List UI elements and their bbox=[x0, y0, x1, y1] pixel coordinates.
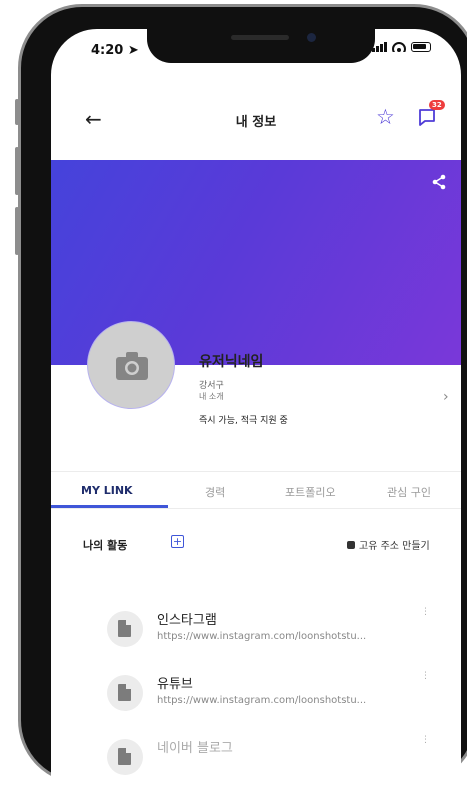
tab-interest-jobs[interactable]: 관심 구인 bbox=[387, 484, 431, 500]
speaker bbox=[231, 35, 289, 40]
wifi-icon bbox=[392, 41, 406, 52]
notification-badge: 32 bbox=[429, 100, 445, 110]
link-title: 인스타그램 bbox=[157, 613, 217, 628]
front-camera bbox=[307, 33, 316, 42]
message-icon bbox=[419, 109, 435, 126]
volume-down-button bbox=[15, 207, 19, 255]
list-item[interactable]: 인스타그램 https://www.instagram.com/loonshot… bbox=[51, 607, 461, 657]
page-title: 내 정보 bbox=[235, 115, 277, 130]
link-url: https://www.instagram.com/loonshotstu... bbox=[157, 695, 367, 706]
tab-career[interactable]: 경력 bbox=[205, 484, 225, 500]
active-tab-indicator bbox=[51, 505, 168, 508]
battery-icon bbox=[411, 41, 431, 52]
create-address-button[interactable]: 고유 주소 만들기 bbox=[347, 537, 430, 552]
star-icon[interactable]: ☆ bbox=[376, 105, 395, 129]
app-header: ← 내 정보 ☆ 32 bbox=[51, 99, 461, 139]
list-item[interactable]: 네이버 블로그 ⋮ bbox=[51, 735, 461, 785]
link-url: https://www.instagram.com/loonshotstu... bbox=[157, 631, 367, 642]
volume-up-button bbox=[15, 147, 19, 195]
more-icon[interactable]: ⋮ bbox=[421, 671, 430, 681]
profile-intro: 내 소개 bbox=[199, 392, 224, 401]
document-icon bbox=[107, 739, 143, 775]
chevron-right-icon[interactable]: › bbox=[443, 389, 449, 405]
screen: 4:20 ➤ ← 내 정보 ☆ 32 유저닉네임 강서구 내 소개 즉시 가능,… bbox=[51, 29, 461, 789]
phone-frame: 4:20 ➤ ← 내 정보 ☆ 32 유저닉네임 강서구 내 소개 즉시 가능,… bbox=[15, 4, 467, 789]
tab-bar: MY LINK 경력 포트폴리오 관심 구인 bbox=[51, 471, 461, 509]
profile-location: 강서구 bbox=[199, 381, 224, 391]
list-item[interactable]: 유튜브 https://www.instagram.com/loonshotst… bbox=[51, 671, 461, 721]
avatar[interactable] bbox=[87, 321, 175, 409]
activity-label: 나의 활동 bbox=[83, 539, 128, 552]
camera-icon bbox=[116, 352, 148, 380]
link-icon bbox=[347, 540, 355, 549]
tab-portfolio[interactable]: 포트폴리오 bbox=[285, 484, 336, 500]
profile-availability: 즉시 가능, 적극 지원 중 bbox=[199, 416, 288, 426]
add-activity-button[interactable]: + bbox=[171, 535, 184, 548]
link-title: 네이버 블로그 bbox=[157, 741, 233, 756]
status-icons bbox=[372, 41, 431, 52]
status-time: 4:20 ➤ bbox=[91, 43, 139, 58]
tab-my-link[interactable]: MY LINK bbox=[81, 484, 133, 497]
document-icon bbox=[107, 611, 143, 647]
profile-nickname: 유저닉네임 bbox=[199, 354, 264, 370]
status-time-text: 4:20 bbox=[91, 43, 124, 58]
more-icon[interactable]: ⋮ bbox=[421, 735, 430, 745]
notch bbox=[147, 29, 375, 63]
silent-switch bbox=[15, 99, 19, 125]
document-icon bbox=[107, 675, 143, 711]
create-address-label: 고유 주소 만들기 bbox=[359, 541, 430, 552]
share-icon[interactable] bbox=[431, 174, 447, 194]
message-button[interactable]: 32 bbox=[417, 100, 445, 131]
signal-icon bbox=[372, 41, 387, 52]
more-icon[interactable]: ⋮ bbox=[421, 607, 430, 617]
link-title: 유튜브 bbox=[157, 677, 193, 692]
